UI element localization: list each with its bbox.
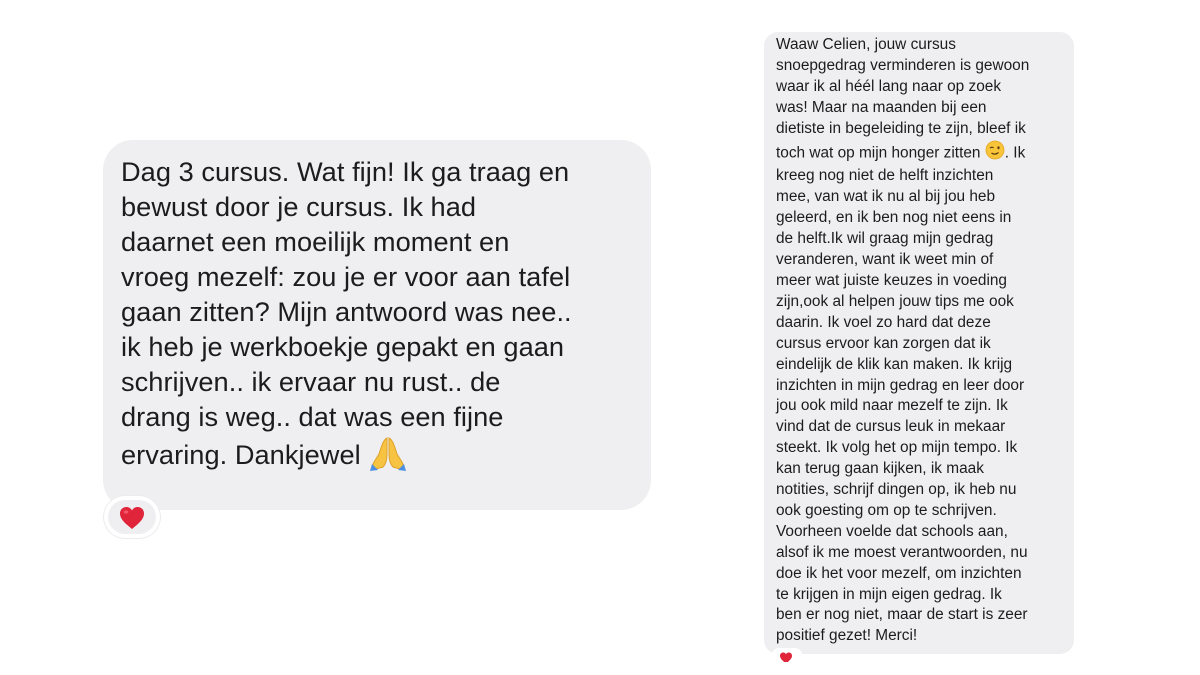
- message-text-part: . Ik kreeg nog niet de helft inzichten m…: [776, 144, 1028, 645]
- red-heart-icon: [120, 507, 144, 529]
- message-bubble-left[interactable]: Dag 3 cursus. Wat fijn! Ik ga traag en b…: [103, 140, 651, 510]
- message-text: Dag 3 cursus. Wat fijn! Ik ga traag en b…: [121, 154, 637, 480]
- message-bubble-right[interactable]: Waaw Celien, jouw cursus snoepgedrag ver…: [764, 32, 1074, 654]
- message-text-part: Dag 3 cursus. Wat fijn! Ik ga traag en b…: [121, 156, 572, 471]
- reaction-badge[interactable]: [104, 496, 160, 538]
- folded-hands-icon: [368, 434, 408, 480]
- winking-face-icon: [985, 140, 1005, 167]
- reaction-badge[interactable]: [772, 648, 802, 662]
- message-text: Waaw Celien, jouw cursus snoepgedrag ver…: [776, 35, 1064, 647]
- red-heart-icon: [780, 652, 792, 662]
